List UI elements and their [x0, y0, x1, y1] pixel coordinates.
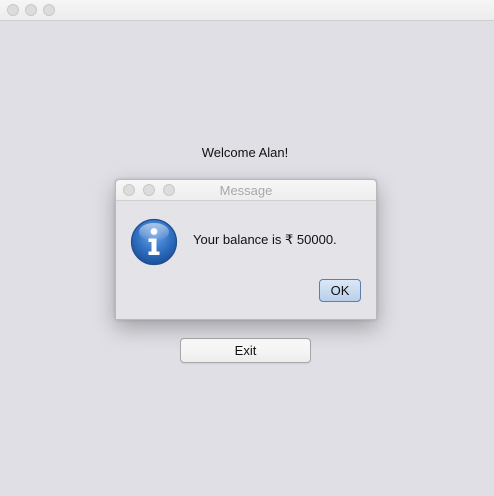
minimize-window-button[interactable]: [25, 4, 37, 16]
zoom-window-button[interactable]: [43, 4, 55, 16]
close-window-button[interactable]: [7, 4, 19, 16]
exit-button[interactable]: Exit: [180, 338, 311, 363]
dialog-title: Message: [219, 183, 273, 198]
dialog-titlebar: Message: [116, 180, 376, 201]
ok-button[interactable]: OK: [319, 279, 361, 302]
message-dialog: Message Your balance is ₹ 50000. OK: [115, 179, 377, 320]
dialog-message: Your balance is ₹ 50000.: [193, 232, 337, 247]
window-titlebar: [0, 0, 494, 21]
welcome-label: Welcome Alan!: [201, 145, 289, 160]
info-icon: [130, 218, 178, 266]
main-window: Welcome Alan! Exit Message Your balance …: [0, 0, 494, 496]
